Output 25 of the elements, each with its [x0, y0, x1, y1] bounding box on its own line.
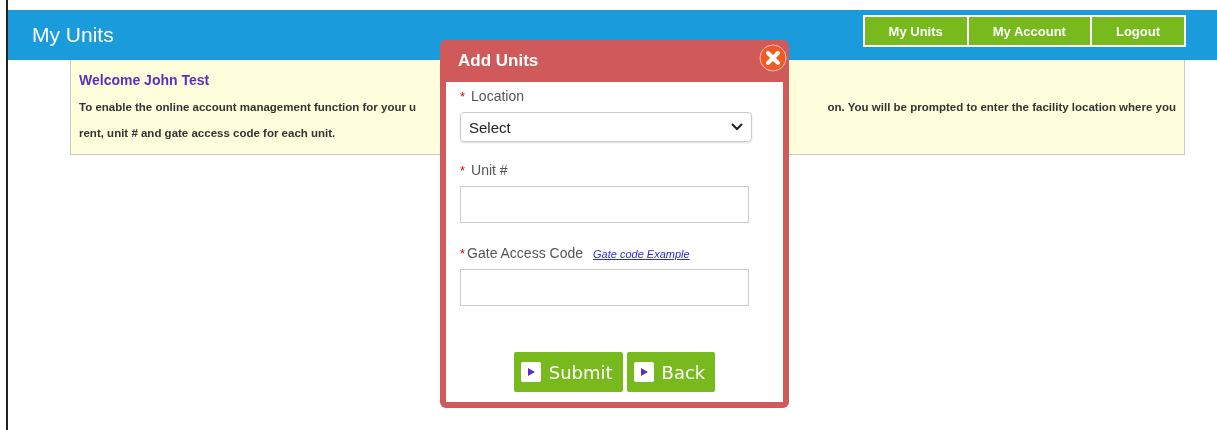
notice-text: on. You will be prompted to enter the facility location where you [827, 100, 1176, 115]
play-icon [633, 362, 654, 382]
input-field[interactable] [460, 186, 749, 223]
welcome-heading: Welcome John Test [79, 72, 211, 88]
close-icon[interactable] [759, 44, 787, 72]
field-label: Location [471, 88, 524, 104]
dialog-button[interactable]: Back [626, 352, 716, 392]
input-field[interactable] [460, 269, 749, 306]
field-label: Unit # [471, 162, 508, 178]
chevron-icon [731, 123, 743, 131]
play-icon [520, 362, 541, 382]
nav-button[interactable]: My Units [864, 17, 967, 45]
dialog-title: Add Units [458, 51, 539, 71]
notice-text: To enable the online account management function for your u [79, 100, 417, 115]
required-mark: * [460, 163, 466, 178]
nav-button[interactable]: Logout [1091, 17, 1184, 45]
required-mark: * [460, 246, 466, 261]
example-link[interactable]: Gate code Example [593, 248, 690, 260]
dialog-button[interactable]: Submit [513, 352, 623, 392]
page-title: My Units [32, 23, 114, 47]
nav-button[interactable]: My Account [968, 17, 1090, 45]
location-dropdown[interactable]: Select [460, 112, 752, 142]
required-mark: * [460, 89, 466, 104]
field-label: Gate Access Code [467, 245, 583, 261]
notice-text: rent, unit # and gate access code for each unit. [79, 126, 336, 141]
